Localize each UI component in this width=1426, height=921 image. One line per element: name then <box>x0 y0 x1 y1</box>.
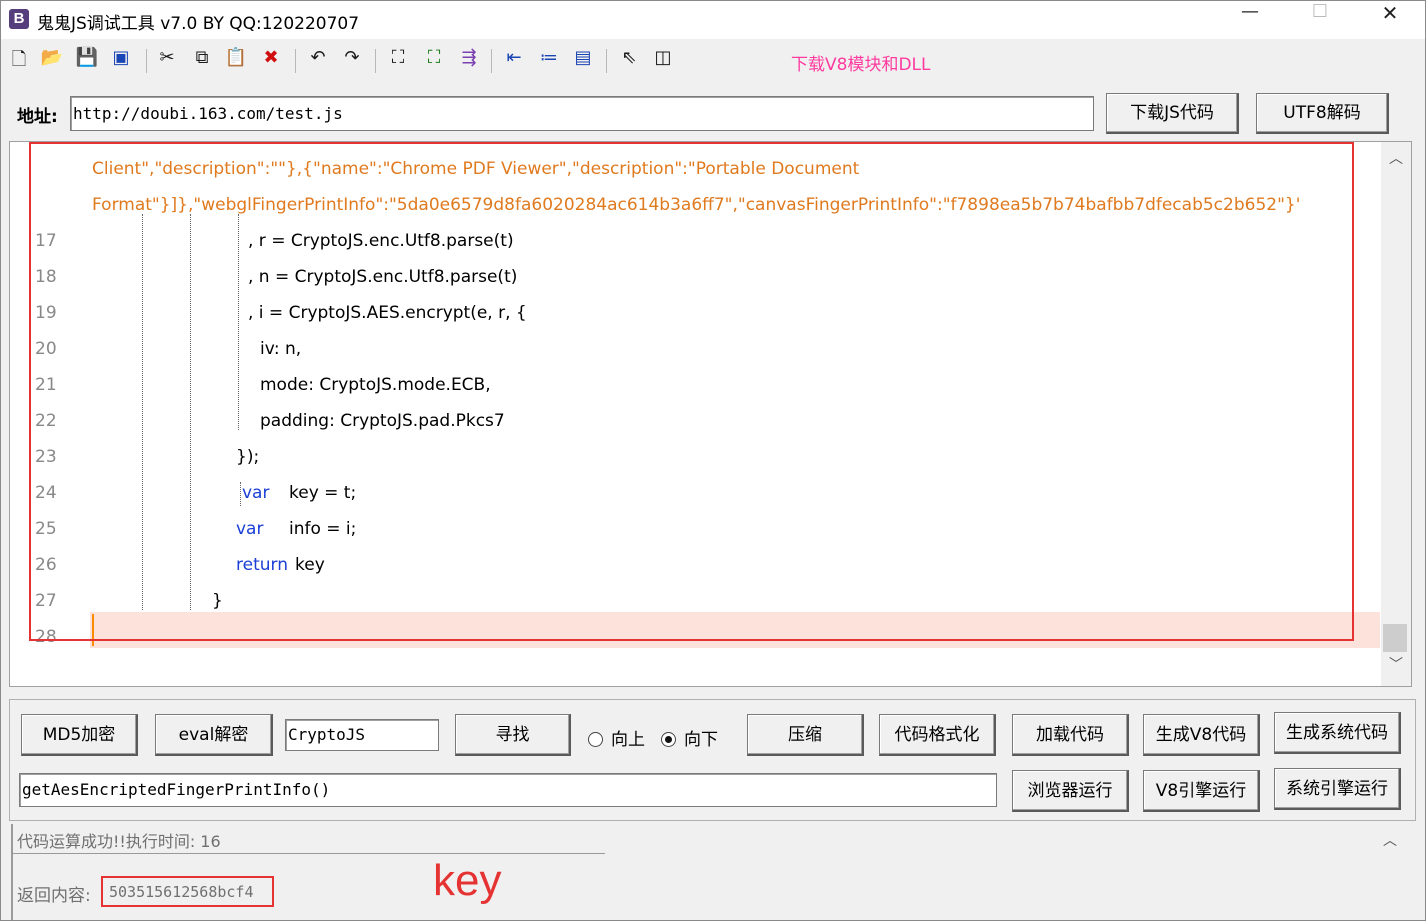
toolbar-separator <box>146 49 147 73</box>
execution-status: 代码运算成功!!执行时间: 16 <box>17 832 221 851</box>
return-value-highlight <box>101 876 274 907</box>
format-code-button[interactable]: 代码格式化 <box>879 714 996 756</box>
eval-decode-button[interactable]: eval解密 <box>155 714 273 756</box>
undo-icon[interactable]: ↶ <box>305 47 331 73</box>
radio-down-label: 向下 <box>684 730 718 750</box>
find-icon[interactable]: ⛶ <box>385 47 411 73</box>
close-button[interactable]: ✕ <box>1355 1 1425 39</box>
delete-icon[interactable]: ✖ <box>258 47 284 73</box>
editor-scrollbar[interactable]: ︿ ﹀ <box>1381 142 1411 686</box>
save-all-icon[interactable]: ▣ <box>108 47 134 73</box>
new-file-icon[interactable]: 🗋 <box>6 47 32 73</box>
output-scrollbar[interactable]: ︿ <box>1375 824 1405 920</box>
compress-button[interactable]: 压缩 <box>747 714 864 756</box>
system-engine-run-button[interactable]: 系统引擎运行 <box>1274 768 1401 810</box>
save-icon[interactable]: 💾 <box>74 47 100 73</box>
v8-engine-run-button[interactable]: V8引擎运行 <box>1143 770 1260 812</box>
scroll-up-icon[interactable]: ︿ <box>1375 830 1405 850</box>
copy-icon[interactable]: ⧉ <box>189 47 215 73</box>
scroll-up-icon[interactable]: ︿ <box>1381 148 1411 168</box>
radio-up-dot[interactable] <box>588 732 603 747</box>
output-area[interactable]: 代码运算成功!!执行时间: 16 返回内容: 503515612568bcf4 … <box>11 824 1414 920</box>
toolbar-separator <box>375 49 376 73</box>
toolbar-separator <box>606 49 607 73</box>
maximize-button[interactable]: ☐ <box>1285 1 1355 39</box>
find-next-icon[interactable]: ⛶ <box>421 47 447 73</box>
minimize-button[interactable]: — <box>1215 1 1285 39</box>
utf8-decode-button[interactable]: UTF8解码 <box>1256 93 1389 134</box>
outdent-icon[interactable]: ⇤ <box>501 47 527 73</box>
code-editor[interactable]: Client","description":""},{"name":"Chrom… <box>9 141 1412 687</box>
radio-down-dot[interactable] <box>661 732 676 747</box>
cut-icon[interactable]: ✂ <box>154 47 180 73</box>
address-input[interactable]: http://doubi.163.com/test.js <box>70 96 1094 131</box>
toolbar-separator <box>295 49 296 73</box>
load-code-button[interactable]: 加载代码 <box>1012 714 1129 756</box>
redo-icon[interactable]: ↷ <box>339 47 365 73</box>
app-window: B 鬼鬼JS调试工具 v7.0 BY QQ:120220707 — ☐ ✕ 🗋 … <box>0 0 1426 921</box>
help-pointer-icon[interactable]: ⇖ <box>616 47 642 73</box>
generate-v8-code-button[interactable]: 生成V8代码 <box>1143 714 1260 756</box>
window-title: 鬼鬼JS调试工具 v7.0 BY QQ:120220707 <box>37 14 360 34</box>
scroll-thumb[interactable] <box>1383 624 1407 652</box>
panel-icon[interactable]: ◫ <box>650 47 676 73</box>
find-button[interactable]: 寻找 <box>455 714 571 756</box>
return-label: 返回内容: <box>17 886 91 906</box>
numbered-list-icon[interactable]: ≔ <box>536 47 562 73</box>
radio-up-label: 向上 <box>611 730 645 750</box>
scroll-down-icon[interactable]: ﹀ <box>1381 654 1411 674</box>
indent-icon[interactable]: ⇶ <box>456 47 482 73</box>
download-js-button[interactable]: 下载JS代码 <box>1106 93 1239 134</box>
radio-up[interactable]: 向上 <box>588 725 645 750</box>
toolbar-separator <box>491 49 492 73</box>
title-bar: B 鬼鬼JS调试工具 v7.0 BY QQ:120220707 — ☐ ✕ <box>1 1 1425 39</box>
highlight-box <box>29 142 1354 641</box>
search-input[interactable]: CryptoJS <box>285 719 439 751</box>
address-label: 地址: <box>17 107 58 127</box>
generate-system-code-button[interactable]: 生成系统代码 <box>1274 712 1401 754</box>
paste-icon[interactable]: 📋 <box>223 47 249 73</box>
toolbar: 🗋 📂 💾 ▣ ✂ ⧉ 📋 ✖ ↶ ↷ ⛶ ⛶ ⇶ ⇤ ≔ ▤ ⇖ ◫ <box>1 41 1425 79</box>
output-divider <box>13 853 605 854</box>
browser-run-button[interactable]: 浏览器运行 <box>1012 770 1129 812</box>
app-icon: B <box>9 9 29 29</box>
key-annotation: key <box>433 856 502 905</box>
open-folder-icon[interactable]: 📂 <box>39 47 65 73</box>
window-icon[interactable]: ▤ <box>570 47 596 73</box>
md5-encrypt-button[interactable]: MD5加密 <box>21 714 138 756</box>
expression-input[interactable]: getAesEncriptedFingerPrintInfo() <box>19 773 997 807</box>
radio-down[interactable]: 向下 <box>661 725 718 750</box>
download-v8-link[interactable]: 下载V8模块和DLL <box>791 50 930 75</box>
